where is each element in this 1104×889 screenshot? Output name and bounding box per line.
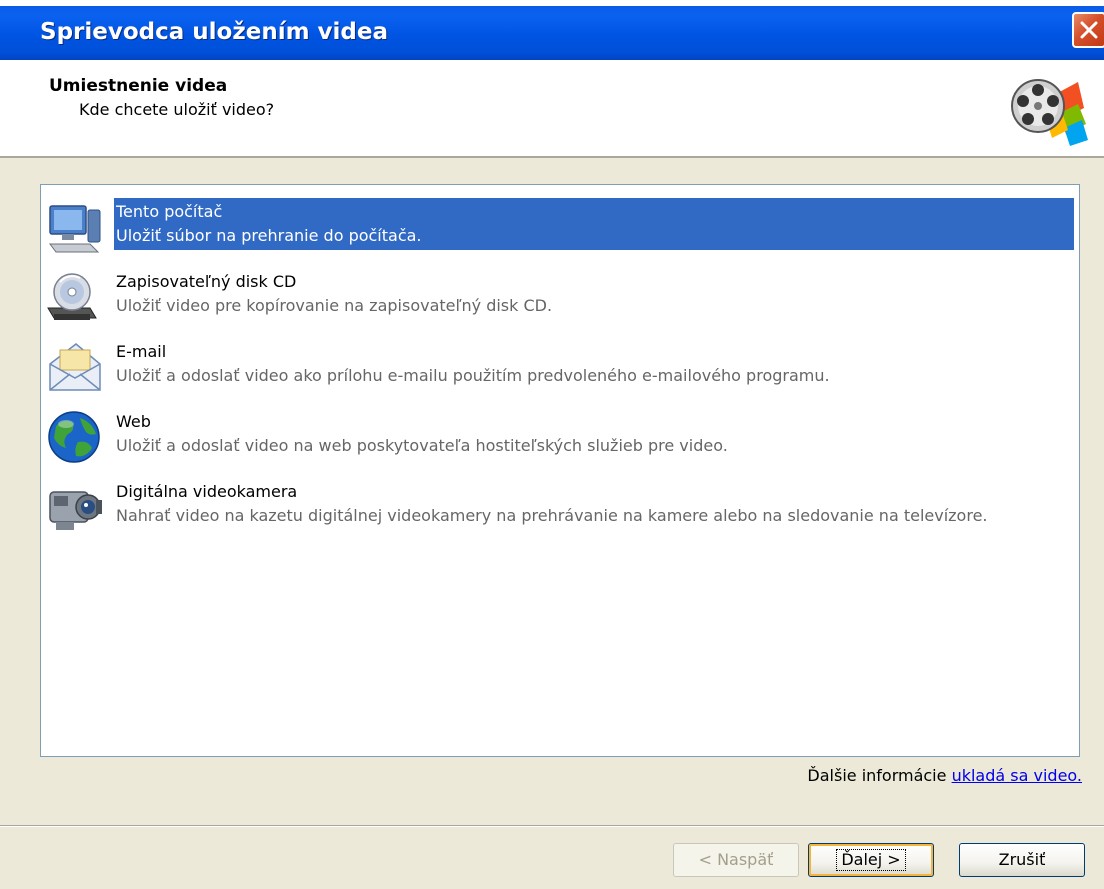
wizard-window: Sprievodca uložením videa Umiestnenie vi… (0, 6, 1104, 889)
cancel-button-label: Zrušiť (998, 850, 1046, 869)
destination-list[interactable]: Tento počítač Uložiť súbor na prehranie … (40, 184, 1080, 757)
list-item-text: E-mail Uložiť a odoslať video ako príloh… (114, 338, 830, 390)
list-item-text: Web Uložiť a odoslať video na web poskyt… (114, 408, 728, 460)
camcorder-icon (49, 491, 102, 530)
computer-icon (49, 205, 101, 253)
list-item[interactable]: Digitálna videokamera Nahrať video na ka… (44, 478, 1078, 534)
cancel-button[interactable]: Zrušiť (959, 843, 1085, 877)
close-icon (1080, 21, 1098, 39)
list-item-text: Digitálna videokamera Nahrať video na ka… (114, 478, 988, 530)
footer-divider-highlight (0, 826, 1104, 827)
back-button-label: < Naspäť (698, 850, 774, 869)
cd-icon (47, 273, 97, 320)
list-item[interactable]: E-mail Uložiť a odoslať video ako príloh… (44, 338, 1078, 394)
item-title: Tento počítač (116, 202, 223, 221)
item-description: Uložiť a odoslať video ako prílohu e-mai… (116, 366, 830, 385)
page-title: Umiestnenie videa (49, 76, 228, 96)
item-description: Uložiť video pre kopírovanie na zapisova… (116, 296, 553, 315)
item-title: Zapisovateľný disk CD (116, 272, 297, 291)
page-subtitle: Kde chcete uložiť video? (79, 100, 275, 119)
more-info-text: Ďalšie informácie (807, 766, 952, 785)
back-button[interactable]: < Naspäť (673, 843, 799, 877)
item-description: Nahrať video na kazetu digitálnej videok… (116, 506, 988, 525)
item-title: Web (116, 412, 151, 431)
wizard-header: Umiestnenie videa Kde chcete uložiť vide… (0, 60, 1104, 156)
header-divider (0, 156, 1104, 158)
next-button[interactable]: Ďalej > (808, 843, 934, 877)
window-title: Sprievodca uložením videa (40, 19, 389, 45)
item-title: E-mail (116, 342, 167, 361)
next-button-label: Ďalej > (836, 849, 906, 871)
list-item[interactable]: Tento počítač Uložiť súbor na prehranie … (44, 198, 1078, 254)
item-description: Uložiť súbor na prehranie do počítača. (116, 226, 422, 245)
item-description: Uložiť a odoslať video na web poskytovat… (116, 436, 728, 455)
title-bar[interactable]: Sprievodca uložením videa (0, 6, 1104, 60)
list-item-text: Zapisovateľný disk CD Uložiť video pre k… (114, 268, 552, 320)
list-item[interactable]: Zapisovateľný disk CD Uložiť video pre k… (44, 268, 1078, 324)
more-info: Ďalšie informácie ukladá sa video. (807, 766, 1082, 785)
email-icon (49, 343, 101, 391)
list-item-text: Tento počítač Uložiť súbor na prehranie … (114, 198, 1074, 250)
globe-icon (48, 411, 100, 463)
movie-maker-logo-icon (1011, 79, 1088, 146)
close-button[interactable] (1072, 12, 1104, 48)
list-item[interactable]: Web Uložiť a odoslať video na web poskyt… (44, 408, 1078, 464)
item-title: Digitálna videokamera (116, 482, 298, 501)
more-info-link[interactable]: ukladá sa video. (952, 766, 1082, 785)
